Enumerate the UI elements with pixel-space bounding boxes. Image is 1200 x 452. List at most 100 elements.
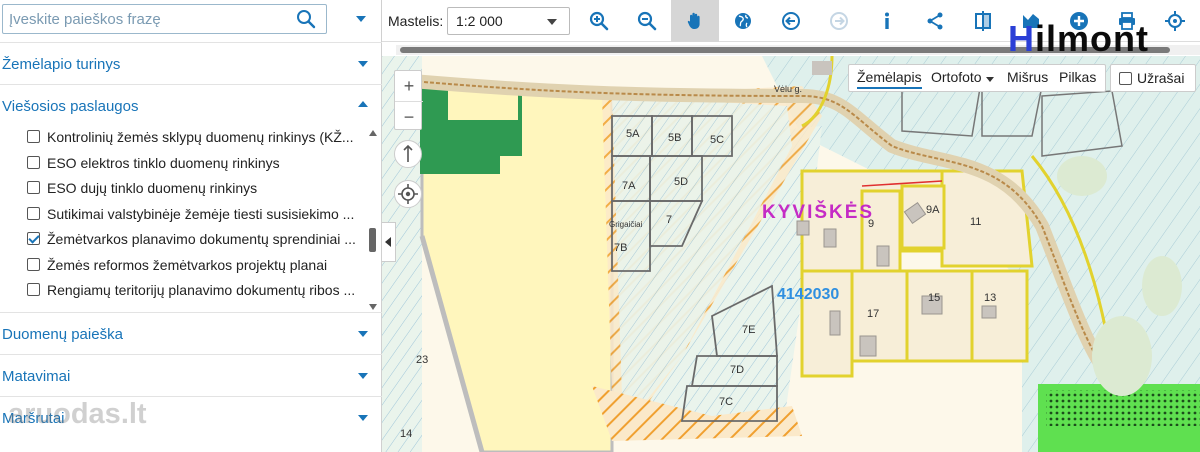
layer-label: ESO dujų tinklo duomenų rinkinys <box>47 180 258 196</box>
map-graphics <box>382 56 1200 452</box>
section-label: Viešosios paslaugos <box>2 98 139 115</box>
basemap-option-orthophoto[interactable]: Ortofoto <box>931 69 982 85</box>
search-icon[interactable] <box>296 9 316 29</box>
parcel-label: 5A <box>626 128 640 140</box>
next-extent-button[interactable] <box>815 0 863 42</box>
labels-checkbox[interactable] <box>1119 72 1132 85</box>
layer-checkbox[interactable] <box>27 283 40 296</box>
my-location-button[interactable] <box>394 180 422 208</box>
chevron-left-icon <box>385 237 391 247</box>
identify-button[interactable] <box>863 0 911 42</box>
zoom-out-icon <box>637 11 657 31</box>
map-canvas[interactable]: 5A 5B 5C 7A 5D 7 7B Grigaičiai 7E 7D 7C … <box>382 56 1200 452</box>
scale-select[interactable]: 1:2 000 <box>447 7 570 35</box>
layer-label: Rengiamų teritorijų planavimo dokumentų … <box>47 282 356 298</box>
search-options-chevron-icon[interactable] <box>356 16 366 22</box>
locate-button[interactable] <box>1151 0 1199 42</box>
layer-item[interactable]: ESO elektros tinklo duomenų rinkinys <box>0 150 370 176</box>
layer-label: Žemėtvarkos planavimo dokumentų sprendin… <box>47 231 356 247</box>
full-extent-button[interactable] <box>719 0 767 42</box>
pan-hand-icon <box>687 12 700 30</box>
zoom-in-button[interactable] <box>575 0 623 42</box>
layer-checkbox[interactable] <box>27 155 40 169</box>
layer-list: Kontrolinių žemės sklypų duomenų rinkiny… <box>0 124 382 312</box>
scroll-thumb[interactable] <box>369 228 376 252</box>
brand-logo: Hilmont <box>1008 18 1149 60</box>
share-icon <box>927 12 943 30</box>
layer-list-scrollbar[interactable] <box>368 128 378 310</box>
scroll-down-icon[interactable] <box>369 304 377 310</box>
basemap-option-mixed[interactable]: Mišrus <box>1007 69 1048 85</box>
layer-item[interactable]: ESO dujų tinklo duomenų rinkinys <box>0 175 370 201</box>
parcel-label: 17 <box>867 308 880 320</box>
compare-icon <box>975 11 991 31</box>
app-window: Žemėlapio turinys Viešosios paslaugos Ko… <box>0 0 1200 452</box>
layer-item[interactable]: Kontrolinių žemės sklypų duomenų rinkiny… <box>0 124 370 150</box>
scroll-up-icon[interactable] <box>369 130 377 136</box>
chevron-down-icon <box>358 331 368 337</box>
search-box <box>2 4 327 34</box>
chevron-down-icon <box>547 19 557 25</box>
layer-label: ESO elektros tinklo duomenų rinkinys <box>47 154 280 171</box>
scale-value: 1:2 000 <box>456 13 503 29</box>
section-label: Žemėlapio turinys <box>2 56 121 73</box>
sidebar: Žemėlapio turinys Viešosios paslaugos Ko… <box>0 0 382 452</box>
zoom-in-icon <box>589 11 609 31</box>
parcel-label: 15 <box>928 292 941 304</box>
layer-checkbox[interactable] <box>27 206 40 220</box>
brand-logo-rest: ilmont <box>1035 18 1149 59</box>
labels-toggle[interactable]: Užrašai <box>1110 64 1196 92</box>
parcel-label: 5B <box>668 132 682 144</box>
layer-item[interactable]: Žemėtvarkos planavimo dokumentų sprendin… <box>0 226 370 252</box>
section-public-services[interactable]: Viešosios paslaugos <box>0 84 382 126</box>
locate-icon <box>1165 11 1185 31</box>
layer-checkbox[interactable] <box>27 181 40 194</box>
parcel-label: 7D <box>730 364 745 376</box>
chevron-down-icon <box>358 415 368 421</box>
zoom-out-button[interactable] <box>623 0 671 42</box>
zoom-control: + − <box>394 70 423 131</box>
layer-item[interactable]: Žemės reformos žemėtvarkos projektų plan… <box>0 252 370 278</box>
parcel-label: 13 <box>984 292 997 304</box>
place-name-label: KYVIŠKĖS <box>762 202 875 223</box>
back-icon <box>782 12 800 30</box>
previous-extent-button[interactable] <box>767 0 815 42</box>
layer-label: Žemės reformos žemėtvarkos projektų plan… <box>47 256 328 273</box>
parcel-label: 5C <box>710 134 725 146</box>
layer-item[interactable]: Rengiamų teritorijų planavimo dokumentų … <box>0 277 370 303</box>
layer-checkbox[interactable] <box>27 257 40 271</box>
chevron-down-icon[interactable] <box>986 77 994 82</box>
pan-button[interactable] <box>671 0 719 42</box>
layer-item[interactable]: Sutikimai valstybinėje žemėje tiesti sus… <box>0 201 370 227</box>
parcel-label: 7B <box>614 242 628 254</box>
north-arrow-icon <box>403 144 413 162</box>
plot-number-label: 4142030 <box>777 286 840 303</box>
compare-button[interactable] <box>959 0 1007 42</box>
basemap-switcher: Žemėlapis Ortofoto Mišrus Pilkas <box>848 64 1106 92</box>
layer-checkbox[interactable] <box>27 232 40 245</box>
layer-label: Sutikimai valstybinėje žemėje tiesti sus… <box>47 205 355 222</box>
section-measurements[interactable]: Matavimai <box>0 354 382 396</box>
crosshair-icon <box>398 184 418 204</box>
parcel-label: 5D <box>674 176 689 188</box>
chevron-down-icon <box>358 61 368 67</box>
north-arrow-button[interactable] <box>394 140 422 168</box>
brand-logo-initial: H <box>1008 18 1035 59</box>
chevron-down-icon <box>358 373 368 379</box>
sidebar-collapse-handle[interactable] <box>382 222 396 262</box>
parcel-label: 23 <box>416 354 429 366</box>
map-zoom-out-button[interactable]: − <box>395 101 423 131</box>
layer-checkbox[interactable] <box>27 130 40 143</box>
street-label: Vėlu g. <box>774 84 803 94</box>
basemap-option-map[interactable]: Žemėlapis <box>857 69 922 89</box>
search-input[interactable] <box>9 9 279 29</box>
info-icon <box>885 12 889 29</box>
section-data-search[interactable]: Duomenų paieška <box>0 312 382 354</box>
parcel-label: 9A <box>926 204 940 216</box>
map-zoom-in-button[interactable]: + <box>395 71 423 101</box>
scale-label: Mastelis: <box>388 13 444 29</box>
share-button[interactable] <box>911 0 959 42</box>
section-map-content[interactable]: Žemėlapio turinys <box>0 42 382 84</box>
parcel-label: 7A <box>622 180 636 192</box>
basemap-option-grey[interactable]: Pilkas <box>1059 69 1096 85</box>
